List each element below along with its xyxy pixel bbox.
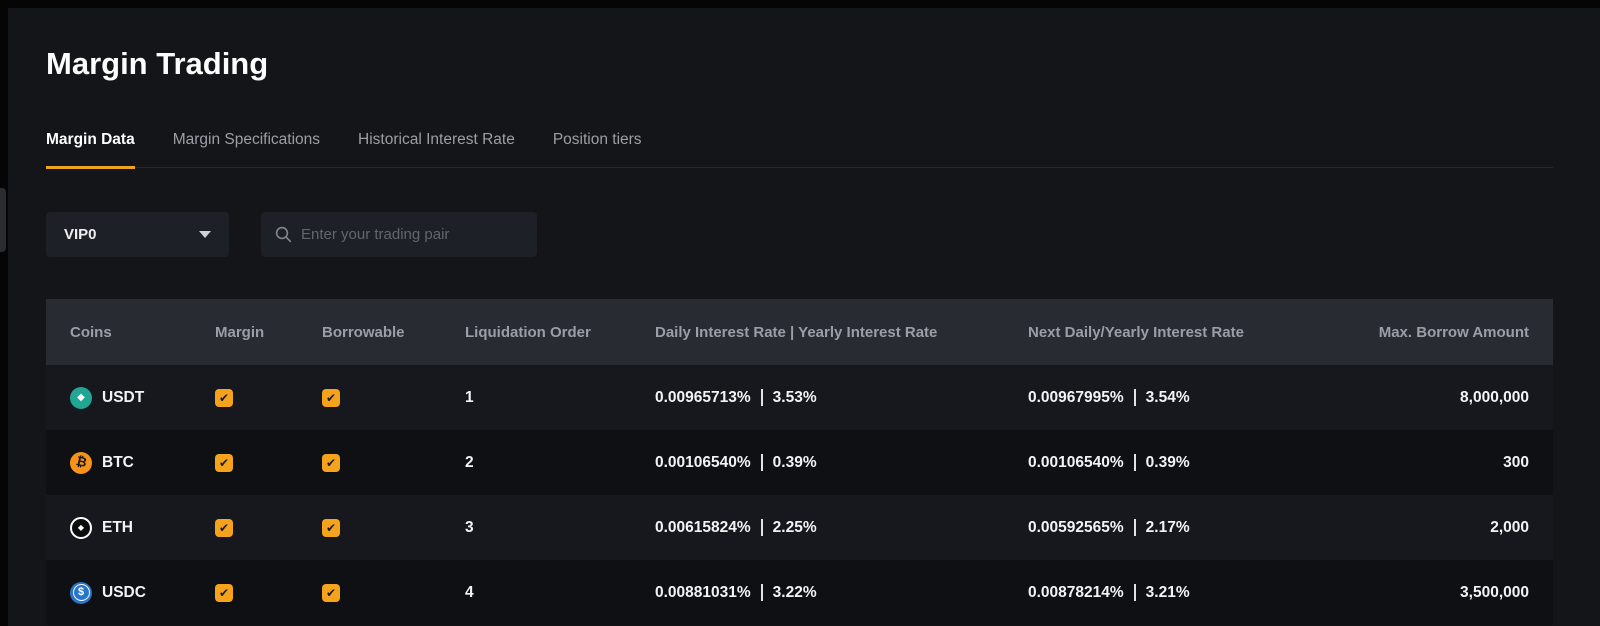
coin-label: USDC [102, 584, 146, 602]
yearly-rate: 3.53% [773, 389, 817, 407]
daily-rate: 0.00965713% [655, 389, 751, 407]
max-borrow-cell: 300 [1338, 454, 1529, 472]
rate-separator [761, 454, 763, 471]
next-yearly-rate: 2.17% [1146, 519, 1190, 537]
max-borrow-cell: 3,500,000 [1338, 584, 1529, 602]
next-yearly-rate: 0.39% [1146, 454, 1190, 472]
tab-margin-specifications[interactable]: Margin Specifications [173, 131, 320, 169]
tab-historical-interest-rate[interactable]: Historical Interest Rate [358, 131, 515, 169]
col-margin: Margin [215, 324, 322, 341]
filter-controls: VIP0 [46, 212, 537, 257]
coin-icon [70, 452, 92, 474]
col-daily-yearly-rate: Daily Interest Rate | Yearly Interest Ra… [655, 324, 1028, 341]
coin-cell: BTC [70, 452, 215, 474]
next-rate-cell: 0.00967995% 3.54% [1028, 389, 1338, 407]
borrowable-cell [322, 584, 465, 602]
daily-rate: 0.00106540% [655, 454, 751, 472]
tab-bar: Margin Data Margin Specifications Histor… [46, 131, 1553, 168]
coin-cell: ETH [70, 517, 215, 539]
table-header: Coins Margin Borrowable Liquidation Orde… [46, 299, 1553, 365]
coin-label: BTC [102, 454, 134, 472]
max-borrow-cell: 2,000 [1338, 519, 1529, 537]
rate-separator [1134, 454, 1136, 471]
coin-icon [70, 517, 92, 539]
vip-level-select[interactable]: VIP0 [46, 212, 229, 257]
tab-margin-data[interactable]: Margin Data [46, 131, 135, 169]
coin-cell: USDC [70, 582, 215, 604]
margin-checkbox[interactable] [215, 389, 233, 407]
yearly-rate: 3.22% [773, 584, 817, 602]
daily-yearly-rate-cell: 0.00106540% 0.39% [655, 454, 1028, 472]
yearly-rate: 2.25% [773, 519, 817, 537]
search-icon [275, 226, 292, 243]
margin-cell [215, 389, 322, 407]
rate-separator [1134, 389, 1136, 406]
next-yearly-rate: 3.54% [1146, 389, 1190, 407]
coin-label: USDT [102, 389, 144, 407]
tab-position-tiers[interactable]: Position tiers [553, 131, 642, 169]
margin-cell [215, 454, 322, 472]
margin-cell [215, 519, 322, 537]
next-daily-rate: 0.00592565% [1028, 519, 1124, 537]
col-next-daily-yearly-rate: Next Daily/Yearly Interest Rate [1028, 324, 1338, 341]
col-borrowable: Borrowable [322, 324, 465, 341]
liquidation-order-cell: 2 [465, 454, 655, 472]
table-row[interactable]: ETH 3 0.00615824% 2.25% 0.00592565% 2.17… [46, 495, 1553, 560]
liquidation-order-cell: 4 [465, 584, 655, 602]
col-liquidation-order: Liquidation Order [465, 324, 655, 341]
col-coins: Coins [70, 324, 215, 341]
table-row[interactable]: BTC 2 0.00106540% 0.39% 0.00106540% 0.39… [46, 430, 1553, 495]
coin-label: ETH [102, 519, 133, 537]
col-max-borrow: Max. Borrow Amount [1338, 324, 1529, 341]
liquidation-order-cell: 1 [465, 389, 655, 407]
daily-rate: 0.00881031% [655, 584, 751, 602]
page-title: Margin Trading [46, 46, 268, 82]
next-rate-cell: 0.00592565% 2.17% [1028, 519, 1338, 537]
daily-rate: 0.00615824% [655, 519, 751, 537]
rate-separator [761, 584, 763, 601]
coin-cell: USDT [70, 387, 215, 409]
next-yearly-rate: 3.21% [1146, 584, 1190, 602]
daily-yearly-rate-cell: 0.00615824% 2.25% [655, 519, 1028, 537]
margin-checkbox[interactable] [215, 584, 233, 602]
borrowable-checkbox[interactable] [322, 454, 340, 472]
margin-data-table: Coins Margin Borrowable Liquidation Orde… [46, 299, 1553, 625]
margin-checkbox[interactable] [215, 454, 233, 472]
chevron-down-icon [199, 231, 211, 238]
borrowable-checkbox[interactable] [322, 519, 340, 537]
next-daily-rate: 0.00967995% [1028, 389, 1124, 407]
rate-separator [761, 389, 763, 406]
side-panel-handle[interactable] [0, 188, 6, 252]
max-borrow-cell: 8,000,000 [1338, 389, 1529, 407]
borrowable-cell [322, 389, 465, 407]
daily-yearly-rate-cell: 0.00881031% 3.22% [655, 584, 1028, 602]
rate-separator [761, 519, 763, 536]
borrowable-checkbox[interactable] [322, 389, 340, 407]
next-rate-cell: 0.00878214% 3.21% [1028, 584, 1338, 602]
coin-icon [70, 387, 92, 409]
borrowable-cell [322, 519, 465, 537]
rate-separator [1134, 584, 1136, 601]
table-body: USDT 1 0.00965713% 3.53% 0.00967995% 3.5… [46, 365, 1553, 625]
trading-pair-search[interactable] [261, 212, 537, 257]
next-daily-rate: 0.00878214% [1028, 584, 1124, 602]
window-edge-left [0, 0, 8, 626]
vip-level-value: VIP0 [64, 226, 97, 243]
table-row[interactable]: USDT 1 0.00965713% 3.53% 0.00967995% 3.5… [46, 365, 1553, 430]
borrowable-cell [322, 454, 465, 472]
yearly-rate: 0.39% [773, 454, 817, 472]
liquidation-order-cell: 3 [465, 519, 655, 537]
next-rate-cell: 0.00106540% 0.39% [1028, 454, 1338, 472]
coin-icon [70, 582, 92, 604]
rate-separator [1134, 519, 1136, 536]
daily-yearly-rate-cell: 0.00965713% 3.53% [655, 389, 1028, 407]
borrowable-checkbox[interactable] [322, 584, 340, 602]
search-input[interactable] [301, 226, 523, 243]
window-edge-top [0, 0, 1600, 8]
margin-checkbox[interactable] [215, 519, 233, 537]
margin-cell [215, 584, 322, 602]
next-daily-rate: 0.00106540% [1028, 454, 1124, 472]
table-row[interactable]: USDC 4 0.00881031% 3.22% 0.00878214% 3.2… [46, 560, 1553, 625]
